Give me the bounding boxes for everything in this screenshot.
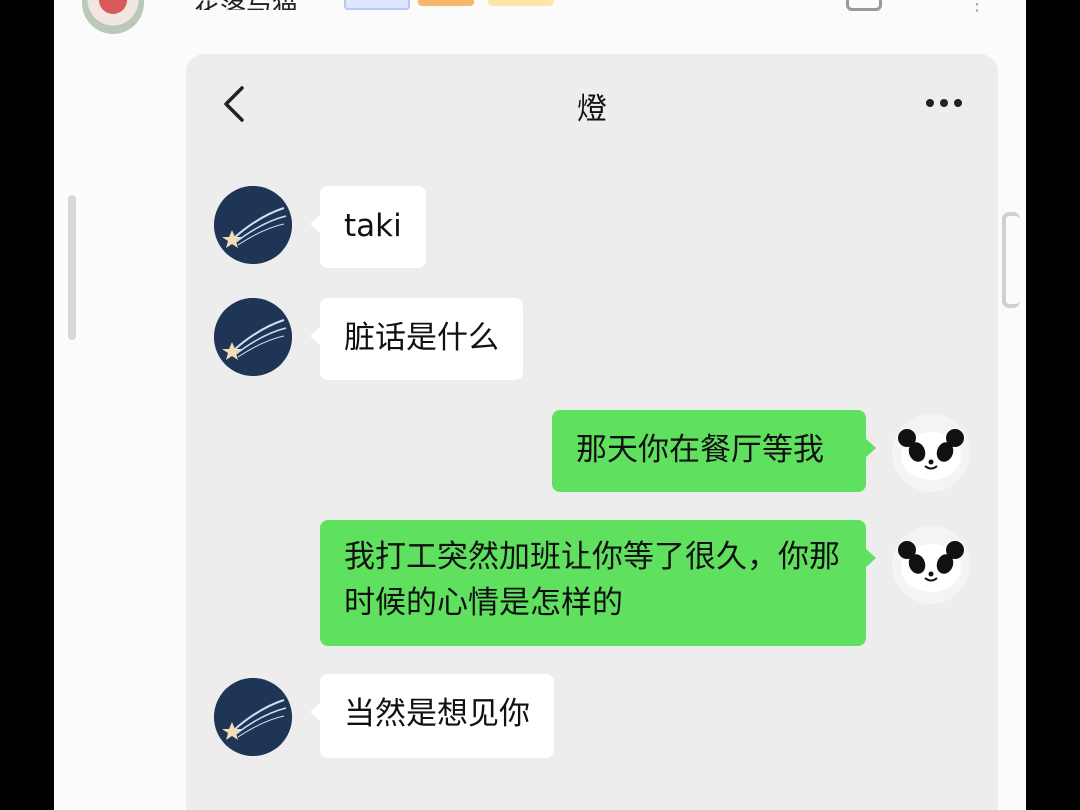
message-bubble-outgoing[interactable]: 那天你在餐厅等我 bbox=[552, 410, 876, 492]
message-bubble-outgoing[interactable]: 我打工突然加班让你等了很久，你那时候的心情是怎样的 bbox=[320, 520, 876, 646]
contact-avatar[interactable] bbox=[214, 298, 292, 376]
phone-screen: 花落与猫 ⋮ 燈 bbox=[54, 0, 1026, 810]
shooting-star-icon bbox=[214, 678, 292, 756]
more-button[interactable] bbox=[920, 88, 968, 118]
shooting-star-icon bbox=[214, 186, 292, 264]
level-badge bbox=[344, 0, 410, 10]
contact-avatar[interactable] bbox=[214, 186, 292, 264]
right-edge-handle[interactable] bbox=[1002, 212, 1020, 308]
panda-icon bbox=[892, 414, 970, 492]
more-horizontal-icon bbox=[926, 99, 962, 107]
post-author-name[interactable]: 花落与猫 bbox=[194, 0, 298, 10]
vip-badge bbox=[418, 0, 474, 6]
share-icon[interactable] bbox=[846, 0, 882, 11]
post-author-avatar[interactable] bbox=[82, 0, 144, 34]
post-more-icon[interactable]: ⋮ bbox=[968, 0, 986, 15]
chat-header: 燈 bbox=[186, 54, 998, 154]
shooting-star-icon bbox=[214, 298, 292, 376]
message-bubble-incoming[interactable]: taki bbox=[310, 186, 426, 268]
chat-screenshot-card: 燈 taki 脏话是什么 那天你在餐厅等我 我打工突然加班让你等了很久，你那时候… bbox=[186, 54, 998, 810]
left-scroll-indicator bbox=[68, 195, 76, 340]
message-bubble-incoming[interactable]: 当然是想见你 bbox=[310, 674, 554, 758]
medal-badge bbox=[488, 0, 554, 6]
contact-avatar[interactable] bbox=[214, 678, 292, 756]
panda-icon bbox=[892, 526, 970, 604]
message-bubble-incoming[interactable]: 脏话是什么 bbox=[310, 298, 523, 380]
self-avatar[interactable] bbox=[892, 414, 970, 492]
chat-title: 燈 bbox=[577, 92, 607, 127]
self-avatar[interactable] bbox=[892, 526, 970, 604]
